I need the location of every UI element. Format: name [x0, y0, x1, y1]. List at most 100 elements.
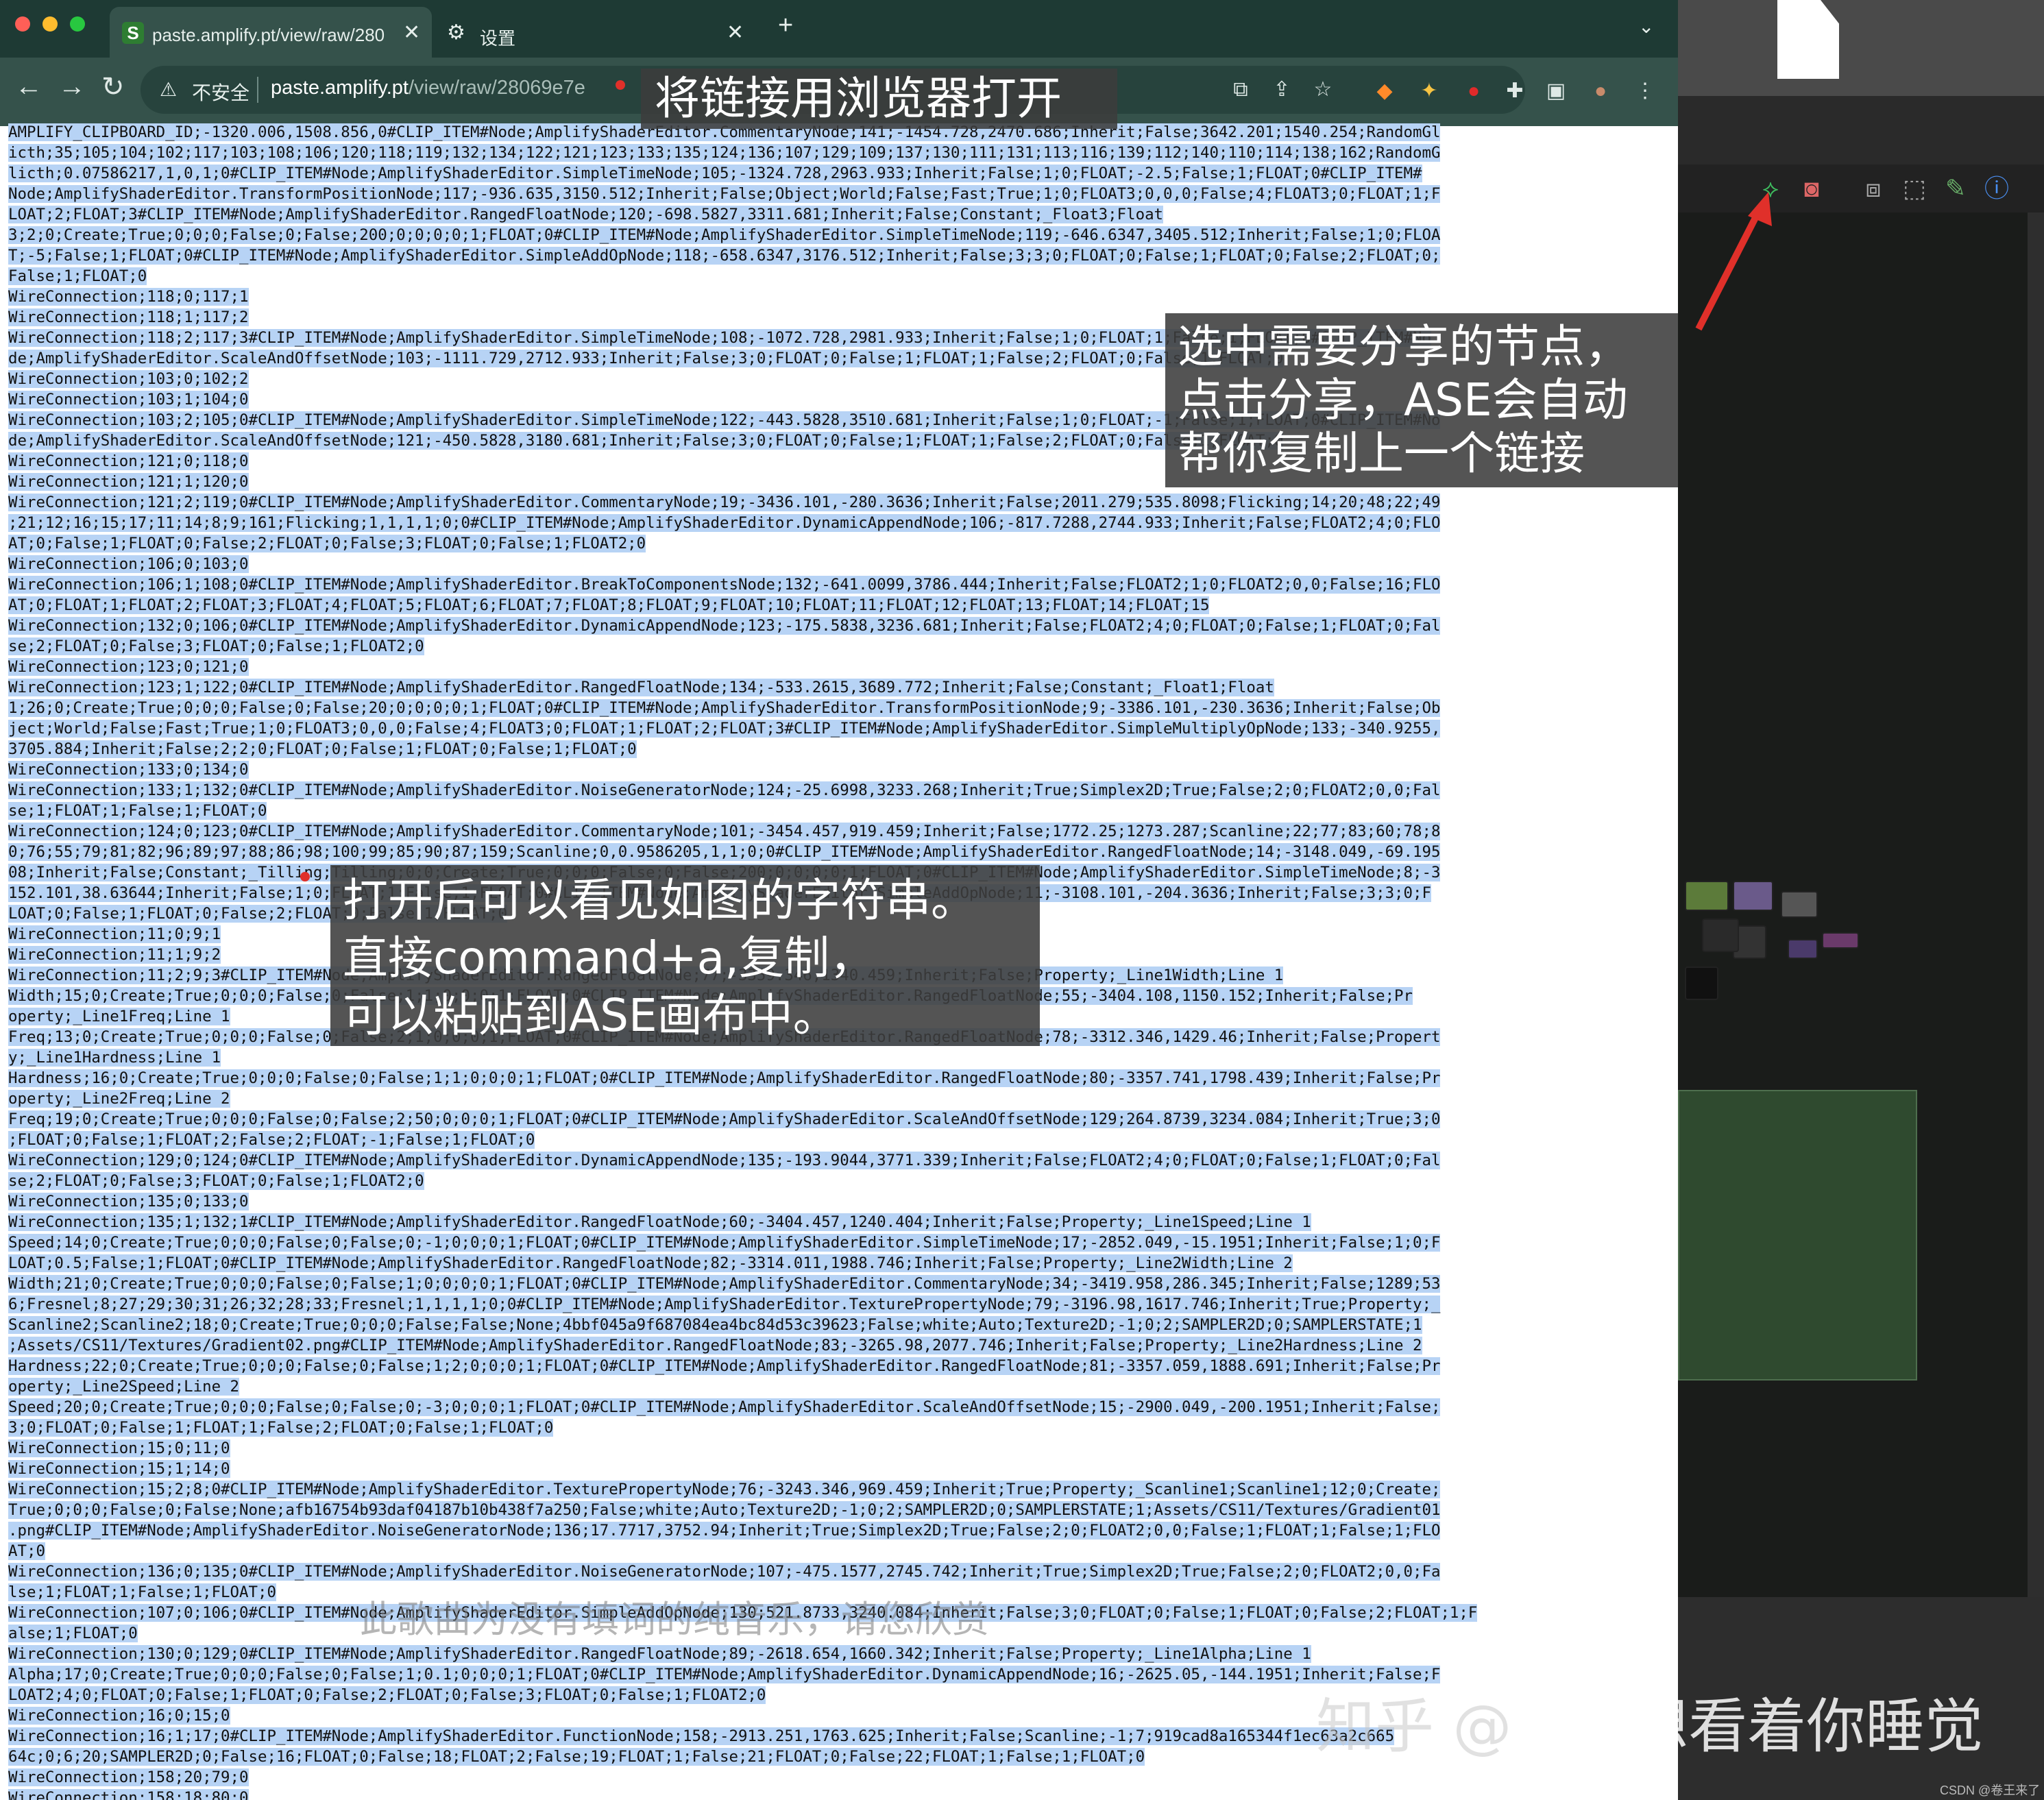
node-canvas[interactable] — [1678, 212, 2028, 1597]
text-line[interactable]: LOAT;0.5;False;1;FLOAT;0#CLIP_ITEM#Node;… — [8, 1253, 1674, 1274]
text-line[interactable]: licth;0.07586217,1,0,1;0#CLIP_ITEM#Node;… — [8, 163, 1674, 184]
divider — [257, 77, 258, 103]
text-line[interactable]: AT;0;False;1;FLOAT;0;False;2;FLOAT;0;Fal… — [8, 533, 1674, 554]
text-line[interactable]: icth;35;105;104;102;117;103;108;106;120;… — [8, 143, 1674, 163]
text-line[interactable]: 6;Fresnel;8;27;29;30;31;26;32;28;33;Fres… — [8, 1294, 1674, 1315]
text-line[interactable]: WireConnection;136;0;135;0#CLIP_ITEM#Nod… — [8, 1561, 1674, 1582]
shader-node[interactable] — [1733, 881, 1773, 911]
text-line[interactable]: se;2;FLOAT;0;False;3;FLOAT;0;False;1;FLO… — [8, 636, 1674, 657]
text-line[interactable]: .png#CLIP_ITEM#Node;AmplifyShaderEditor.… — [8, 1520, 1674, 1541]
brush-icon[interactable]: ✎ — [1938, 171, 1973, 206]
close-tab-icon[interactable]: ✕ — [403, 21, 420, 45]
text-line[interactable]: WireConnection;129;0;124;0#CLIP_ITEM#Nod… — [8, 1150, 1674, 1171]
fit-view-icon[interactable]: ⬚ — [1897, 171, 1932, 206]
info-icon[interactable]: ⓘ — [1980, 171, 2014, 206]
bookmark-star-icon[interactable]: ☆ — [1306, 73, 1340, 107]
text-line[interactable]: WireConnection;135;1;132;1#CLIP_ITEM#Nod… — [8, 1212, 1674, 1232]
text-line[interactable]: False;1;FLOAT;0 — [8, 266, 1674, 287]
puzzle-extensions-icon[interactable]: ✚ — [1498, 74, 1532, 108]
text-line[interactable]: Freq;19;0;Create;True;0;0;0;False;0;Fals… — [8, 1109, 1674, 1130]
text-line[interactable]: LOAT;2;FLOAT;3#CLIP_ITEM#Node;AmplifySha… — [8, 204, 1674, 225]
text-line[interactable]: se;2;FLOAT;0;False;3;FLOAT;0;False;1;FLO… — [8, 1171, 1674, 1191]
text-line[interactable]: Hardness;16;0;Create;True;0;0;0;False;0;… — [8, 1068, 1674, 1088]
chevron-down-icon[interactable]: ⌄ — [1638, 15, 1654, 38]
text-line[interactable]: WireConnection;15;2;8;0#CLIP_ITEM#Node;A… — [8, 1479, 1674, 1500]
selected-text: alse;1;FLOAT;0 — [8, 1625, 138, 1642]
reload-icon[interactable]: ↻ — [101, 71, 125, 103]
url-text[interactable]: paste.amplify.pt/view/raw/28069e7e — [271, 77, 585, 99]
text-line[interactable]: WireConnection;123;1;122;0#CLIP_ITEM#Nod… — [8, 677, 1674, 698]
text-line[interactable]: WireConnection;158;18;80;0 — [8, 1788, 1674, 1800]
metamask-extension-icon[interactable]: ◆ — [1367, 74, 1402, 108]
menu-kebab-icon[interactable]: ⋮ — [1628, 74, 1662, 108]
text-line[interactable]: Width;21;0;Create;True;0;0;0;False;0;Fal… — [8, 1274, 1674, 1294]
text-line[interactable]: WireConnection;106;1;108;0#CLIP_ITEM#Nod… — [8, 574, 1674, 595]
focus-icon[interactable]: ⧈ — [1856, 171, 1890, 206]
text-line[interactable]: 1;26;0;Create;True;0;0;0;False;0;False;2… — [8, 698, 1674, 718]
new-tab-icon[interactable]: + — [778, 11, 793, 40]
shader-node[interactable] — [1685, 966, 1718, 1000]
text-line[interactable]: 0;76;55;79;81;82;96;89;97;88;86;98;100;9… — [8, 842, 1674, 862]
forward-arrow-icon[interactable]: → — [58, 71, 86, 102]
sidebar-icon[interactable]: ▣ — [1539, 74, 1573, 108]
text-line[interactable]: ;21;12;16;15;17;11;14;8;9;161;Flicking;1… — [8, 513, 1674, 533]
camera-icon[interactable]: ◙ — [1794, 171, 1829, 206]
text-line[interactable]: WireConnection;158;20;79;0 — [8, 1767, 1674, 1788]
selected-text: WireConnection;11;0;9;1 — [8, 925, 221, 943]
shader-node[interactable] — [1702, 919, 1739, 952]
text-line[interactable]: WireConnection;133;0;134;0 — [8, 759, 1674, 780]
shader-node[interactable] — [1781, 891, 1818, 918]
text-line[interactable]: Speed;20;0;Create;True;0;0;0;False;0;Fal… — [8, 1397, 1674, 1418]
text-line[interactable]: ;FLOAT;0;False;1;FLOAT;2;False;2;FLOAT;-… — [8, 1130, 1674, 1150]
comment-node[interactable] — [1678, 1090, 1917, 1381]
text-line[interactable]: operty;_Line2Freq;Line 2 — [8, 1088, 1674, 1109]
text-line[interactable]: WireConnection;15;1;14;0 — [8, 1459, 1674, 1479]
warning-triangle-icon[interactable]: ⚠ — [160, 78, 177, 101]
translate-icon[interactable]: ⧉ — [1224, 73, 1258, 107]
close-window-button[interactable] — [15, 16, 30, 32]
avatar[interactable]: ● — [1583, 74, 1618, 108]
text-line[interactable]: WireConnection;15;0;11;0 — [8, 1438, 1674, 1459]
shader-node[interactable] — [1685, 881, 1729, 911]
text-line[interactable]: AT;0 — [8, 1541, 1674, 1561]
text-line[interactable]: WireConnection;123;0;121;0 — [8, 657, 1674, 677]
text-line[interactable]: ject;World;False;Fast;True;1;0;FLOAT3;0,… — [8, 718, 1674, 739]
text-line[interactable]: WireConnection;133;1;132;0#CLIP_ITEM#Nod… — [8, 780, 1674, 801]
text-line[interactable]: operty;_Line2Speed;Line 2 — [8, 1376, 1674, 1397]
close-tab-icon[interactable]: ✕ — [727, 21, 744, 45]
minimize-window-button[interactable] — [42, 16, 58, 32]
text-line[interactable]: WireConnection;135;0;133;0 — [8, 1191, 1674, 1212]
text-line[interactable]: 3;2;0;Create;True;0;0;0;False;0;False;20… — [8, 225, 1674, 245]
text-line[interactable]: WireConnection;121;2;119;0#CLIP_ITEM#Nod… — [8, 492, 1674, 513]
pinterest-icon[interactable]: ● — [1457, 74, 1491, 108]
maximize-window-button[interactable] — [70, 16, 85, 32]
back-arrow-icon[interactable]: ← — [15, 71, 42, 102]
scrollbar[interactable] — [2028, 212, 2044, 1597]
text-line[interactable]: Speed;14;0;Create;True;0;0;0;False;0;Fal… — [8, 1232, 1674, 1253]
extension-icon[interactable]: ✦ — [1412, 74, 1446, 108]
text-line[interactable]: y;_Line1Hardness;Line 1 — [8, 1047, 1674, 1068]
text-line[interactable]: WireConnection;106;0;103;0 — [8, 554, 1674, 574]
text-line[interactable]: True;0;0;0;False;0;False;None;afb16754b9… — [8, 1500, 1674, 1520]
shader-node[interactable] — [1822, 932, 1859, 949]
text-line[interactable]: WireConnection;118;0;117;1 — [8, 287, 1674, 307]
text-line[interactable]: 3705.884;Inherit;False;2;2;0;FLOAT;0;Fal… — [8, 739, 1674, 759]
text-line[interactable]: ;Assets/CS11/Textures/Gradient02.png#CLI… — [8, 1335, 1674, 1356]
text-line[interactable]: Node;AmplifyShaderEditor.TransformPositi… — [8, 184, 1674, 204]
text-line[interactable]: Hardness;22;0;Create;True;0;0;0;False;0;… — [8, 1356, 1674, 1376]
tab-paste-amplify[interactable]: S paste.amplify.pt/view/raw/280 ✕ — [110, 7, 432, 58]
security-label[interactable]: 不安全 — [192, 78, 250, 106]
text-line[interactable]: WireConnection;130;0;129;0#CLIP_ITEM#Nod… — [8, 1644, 1674, 1664]
shader-node[interactable] — [1788, 939, 1818, 959]
tab-settings[interactable]: ⚙ 设置 ✕ — [439, 7, 754, 58]
text-line[interactable]: se;1;FLOAT;1;False;1;FLOAT;0 — [8, 801, 1674, 821]
text-line[interactable]: WireConnection;124;0;123;0#CLIP_ITEM#Nod… — [8, 821, 1674, 842]
text-line[interactable]: AT;0;FLOAT;1;FLOAT;2;FLOAT;3;FLOAT;4;FLO… — [8, 595, 1674, 616]
text-line[interactable]: WireConnection;132;0;106;0#CLIP_ITEM#Nod… — [8, 616, 1674, 636]
share-page-icon[interactable]: ⇪ — [1265, 73, 1299, 107]
text-line[interactable]: 3;0;FLOAT;0;False;1;FLOAT;1;False;2;FLOA… — [8, 1418, 1674, 1438]
text-line[interactable]: T;-5;False;1;FLOAT;0#CLIP_ITEM#Node;Ampl… — [8, 245, 1674, 266]
document-icon — [1777, 0, 1839, 79]
text-line[interactable]: Scanline2;Scanline2;18;0;Create;True;0;0… — [8, 1315, 1674, 1335]
selected-text: WireConnection;123;1;122;0#CLIP_ITEM#Nod… — [8, 679, 1274, 696]
